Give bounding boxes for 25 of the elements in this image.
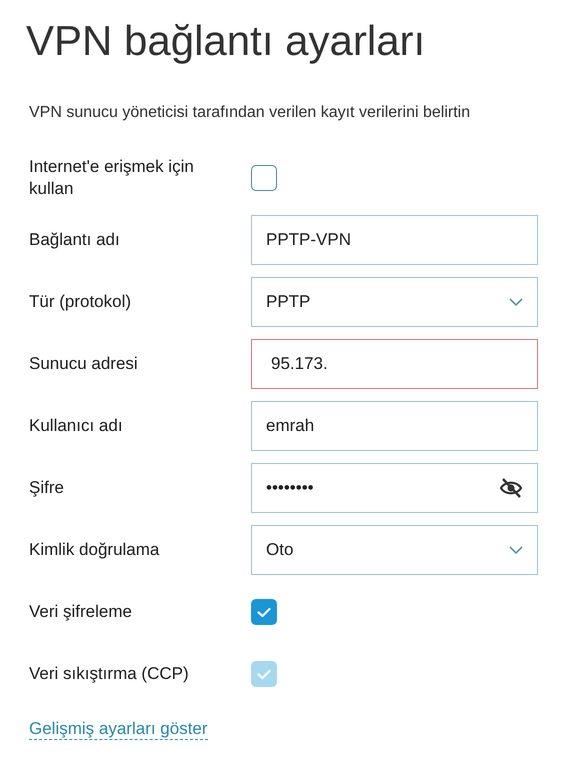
checkbox[interactable]	[251, 599, 277, 625]
dropdown[interactable]: Oto	[251, 525, 538, 575]
field-label: Bağlantı adı	[29, 229, 121, 251]
field-label: Internet'e erişmek için kullan	[29, 156, 195, 200]
field-label: Sunucu adresi	[29, 353, 139, 375]
page-title: VPN bağlantı ayarları	[26, 16, 426, 66]
eye-slash-icon[interactable]	[499, 478, 523, 498]
chevron-down-icon	[509, 546, 523, 554]
field-label: Veri şifreleme	[29, 601, 133, 623]
password-field[interactable]: ••••••••	[251, 463, 538, 513]
field-label: Kimlik doğrulama	[29, 539, 160, 561]
chevron-down-icon	[509, 298, 523, 306]
field-label: Tür (protokol)	[29, 291, 132, 313]
field-label: Veri sıkıştırma (CCP)	[29, 663, 190, 685]
checkbox[interactable]	[251, 165, 277, 191]
input-field[interactable]: 95.173.	[251, 339, 538, 389]
check-icon	[257, 606, 271, 618]
check-icon	[257, 668, 271, 680]
dropdown[interactable]: PPTP	[251, 277, 538, 327]
input-field[interactable]: emrah	[251, 401, 538, 451]
subtitle: VPN sunucu yöneticisi tarafından verilen kayıt verilerini belirtin	[29, 103, 472, 123]
input-field[interactable]: PPTP-VPN	[251, 215, 538, 265]
field-label: Şifre	[29, 477, 65, 499]
advanced-settings-link[interactable]: Gelişmiş ayarları göster	[29, 719, 208, 740]
field-label: Kullanıcı adı	[29, 415, 124, 437]
